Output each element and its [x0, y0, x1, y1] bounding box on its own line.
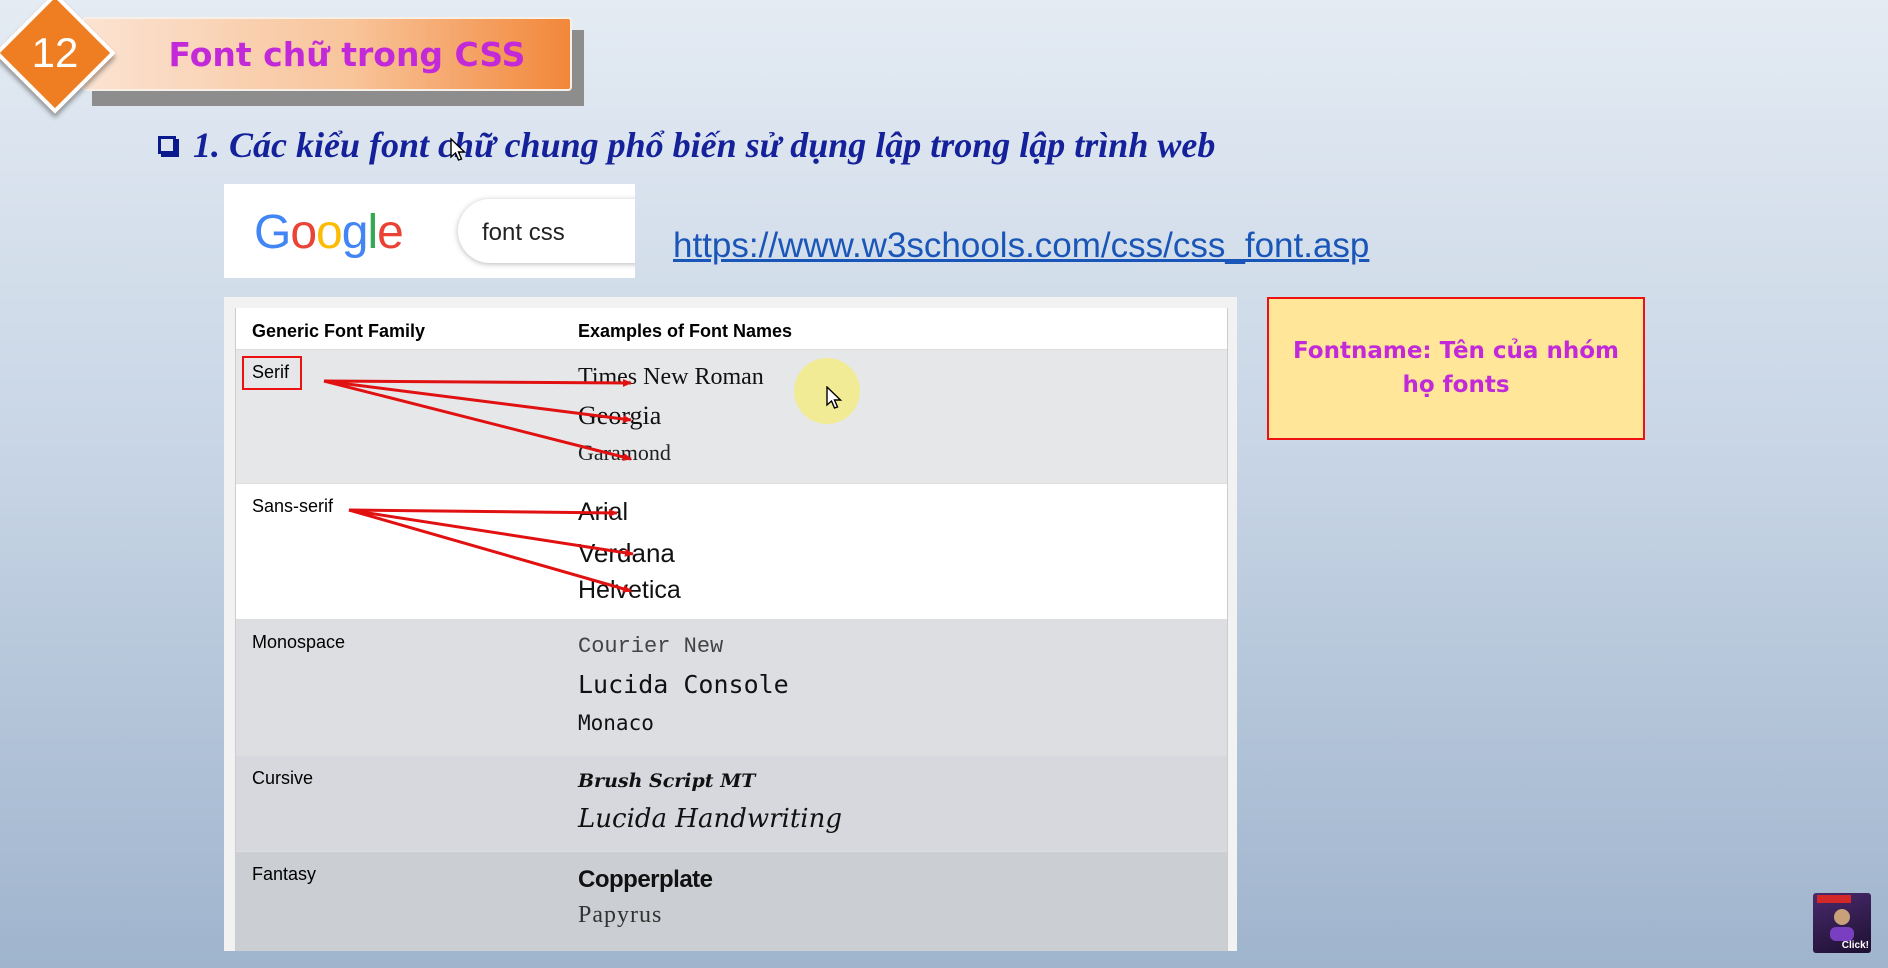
family-monospace: Monospace: [252, 632, 346, 652]
example-courier-new: Courier New: [578, 634, 724, 659]
font-table: Generic Font Family Examples of Font Nam…: [235, 308, 1228, 951]
header-examples: Examples of Font Names: [578, 321, 793, 341]
mouse-cursor-icon: [450, 137, 467, 161]
w3schools-link[interactable]: https://www.w3schools.com/css/css_font.a…: [673, 226, 1369, 266]
header-generic-family: Generic Font Family: [252, 321, 426, 341]
table-row: Fantasy Copperplate Papyrus: [236, 852, 1227, 951]
example-monaco: Monaco: [578, 711, 654, 735]
font-family-table-panel: Generic Font Family Examples of Font Nam…: [224, 297, 1237, 951]
example-lucida-console: Lucida Console: [578, 670, 789, 699]
example-arial: Arial: [578, 498, 629, 526]
table-row: Cursive Brush Script MT Lucida Handwriti…: [236, 756, 1227, 852]
example-georgia: Georgia: [578, 401, 662, 430]
square-bullet-icon: [158, 136, 176, 154]
google-search-snapshot: Google font css: [224, 184, 635, 278]
note-text: Fontname: Tên của nhóm họ fonts: [1293, 338, 1619, 398]
subscribe-strip: [1817, 895, 1851, 903]
avatar-icon: [1830, 909, 1854, 941]
family-sans-serif: Sans-serif: [252, 496, 334, 516]
family-cursive: Cursive: [252, 768, 314, 788]
table-row: Serif Times New Roman Georgia Garamond: [236, 350, 1227, 484]
table-row: Sans-serif Arial Verdana Helvetica: [236, 484, 1227, 620]
section-heading: 1. Các kiểu font chữ chung phổ biến sử d…: [158, 124, 1215, 166]
example-verdana: Verdana: [578, 538, 675, 568]
slide-title: Font chữ trong CSS: [168, 34, 526, 74]
channel-subscribe-badge[interactable]: Click!: [1813, 893, 1871, 953]
family-serif: Serif: [252, 362, 290, 382]
table-header-row: Generic Font Family Examples of Font Nam…: [236, 308, 1227, 350]
example-times-new-roman: Times New Roman: [578, 364, 764, 390]
example-helvetica: Helvetica: [578, 576, 681, 604]
heading-text: 1. Các kiểu font chữ chung phổ biến sử d…: [193, 125, 1216, 165]
badge-label: Click!: [1841, 940, 1869, 951]
example-papyrus: Papyrus: [578, 902, 663, 928]
family-fantasy: Fantasy: [252, 864, 317, 884]
slide-number: 12: [31, 29, 79, 76]
fontname-note: Fontname: Tên của nhóm họ fonts: [1267, 297, 1645, 440]
title-bar: Font chữ trong CSS: [82, 17, 572, 91]
example-garamond: Garamond: [578, 440, 671, 465]
mouse-cursor-icon: [826, 386, 843, 409]
google-logo: Google: [254, 206, 404, 259]
table-row: Monospace Courier New Lucida Console Mon…: [236, 620, 1227, 756]
example-copperplate: Copperplate: [578, 866, 713, 893]
example-brush-script: Brush Script MT: [578, 770, 756, 792]
search-query: font css: [482, 219, 565, 246]
example-lucida-handwriting: Lucida Handwriting: [578, 804, 843, 834]
